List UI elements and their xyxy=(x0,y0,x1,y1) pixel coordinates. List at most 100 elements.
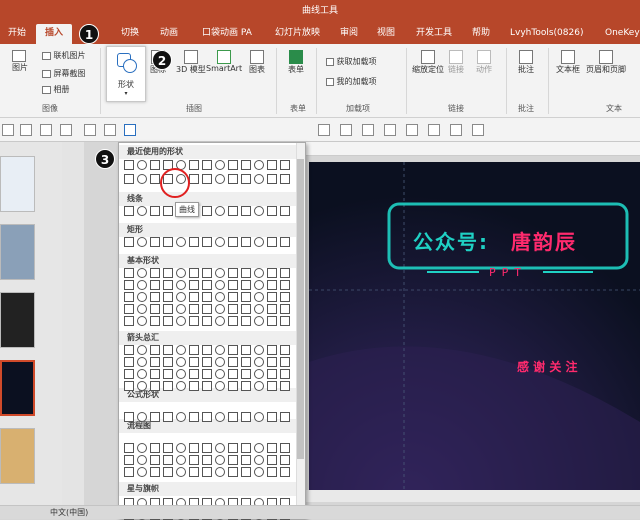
undo-icon[interactable] xyxy=(20,124,32,136)
shape-option[interactable] xyxy=(163,357,173,367)
shape-option[interactable] xyxy=(241,268,251,278)
tab-transitions[interactable]: 切换 xyxy=(121,26,139,40)
shape-option[interactable] xyxy=(137,467,147,477)
shape-option[interactable] xyxy=(280,381,290,391)
shape-option[interactable] xyxy=(280,304,290,314)
shape-option[interactable] xyxy=(241,160,251,170)
shape-option[interactable] xyxy=(163,455,173,465)
shape-option[interactable] xyxy=(215,345,225,355)
shape-option[interactable] xyxy=(124,237,134,247)
shape-option[interactable] xyxy=(150,160,160,170)
shape-option[interactable] xyxy=(241,443,251,453)
shape-option[interactable] xyxy=(150,357,160,367)
shape-option[interactable] xyxy=(150,369,160,379)
shape-option[interactable] xyxy=(137,174,147,184)
shape-option[interactable] xyxy=(176,316,186,326)
shape-option[interactable] xyxy=(202,160,212,170)
shape-option[interactable] xyxy=(163,369,173,379)
shape-option[interactable] xyxy=(280,455,290,465)
shape-option[interactable] xyxy=(228,412,238,422)
shape-option[interactable] xyxy=(137,455,147,465)
picture-button[interactable]: 图片 xyxy=(12,50,28,73)
tab-view[interactable]: 视图 xyxy=(377,26,395,40)
shape-option[interactable] xyxy=(267,206,277,216)
shape-option[interactable] xyxy=(254,381,264,391)
shape-option[interactable] xyxy=(267,467,277,477)
shape-option[interactable] xyxy=(202,206,212,216)
shape-option[interactable] xyxy=(189,160,199,170)
shape-option[interactable] xyxy=(215,357,225,367)
shape-option[interactable] xyxy=(228,316,238,326)
shape-option[interactable] xyxy=(254,467,264,477)
shape-option[interactable] xyxy=(150,174,160,184)
shape-option[interactable] xyxy=(124,467,134,477)
shape-option[interactable] xyxy=(267,304,277,314)
shape-option[interactable] xyxy=(280,345,290,355)
album-button[interactable]: 相册 xyxy=(42,84,70,95)
shape-option[interactable] xyxy=(241,455,251,465)
shape-option[interactable] xyxy=(202,316,212,326)
shape-option[interactable] xyxy=(163,467,173,477)
shape-option[interactable] xyxy=(254,316,264,326)
shape-option[interactable] xyxy=(189,412,199,422)
tab-help[interactable]: 帮助 xyxy=(472,26,490,40)
shape-option[interactable] xyxy=(267,357,277,367)
shape-option[interactable] xyxy=(163,443,173,453)
format-icon[interactable] xyxy=(340,124,352,136)
shape-option[interactable] xyxy=(241,369,251,379)
shape-option[interactable] xyxy=(150,237,160,247)
shape-option[interactable] xyxy=(124,345,134,355)
shape-option[interactable] xyxy=(176,357,186,367)
comment-button[interactable]: 批注 xyxy=(518,50,534,75)
shape-option[interactable] xyxy=(215,467,225,477)
shape-option[interactable] xyxy=(124,381,134,391)
shape-option[interactable] xyxy=(254,345,264,355)
shape-option[interactable] xyxy=(150,268,160,278)
shape-option[interactable] xyxy=(163,412,173,422)
shape-option[interactable] xyxy=(215,237,225,247)
shape-option[interactable] xyxy=(215,292,225,302)
shape-option[interactable] xyxy=(280,206,290,216)
shape-option[interactable] xyxy=(254,268,264,278)
shape-option[interactable] xyxy=(163,280,173,290)
shape-option[interactable] xyxy=(228,443,238,453)
zoom-button[interactable]: 缩放定位 xyxy=(412,50,444,75)
textbox-button[interactable]: 文本框 xyxy=(556,50,580,75)
crop-icon[interactable] xyxy=(362,124,374,136)
shape-option[interactable] xyxy=(124,280,134,290)
shape-option[interactable] xyxy=(267,237,277,247)
shape-option[interactable] xyxy=(189,443,199,453)
shape-option[interactable] xyxy=(280,467,290,477)
shape-option[interactable] xyxy=(228,160,238,170)
shape-option[interactable] xyxy=(267,381,277,391)
shape-option[interactable] xyxy=(254,304,264,314)
shape-option[interactable] xyxy=(202,455,212,465)
shape-option[interactable] xyxy=(228,292,238,302)
shape-option[interactable] xyxy=(163,316,173,326)
3d-models-button[interactable]: 3D 模型 xyxy=(176,50,206,75)
shape-option[interactable] xyxy=(150,467,160,477)
shape-option[interactable] xyxy=(176,467,186,477)
shape-option[interactable] xyxy=(137,160,147,170)
shape-option[interactable] xyxy=(150,443,160,453)
tab-developer[interactable]: 开发工具 xyxy=(416,26,452,40)
shape-option[interactable] xyxy=(228,237,238,247)
shape-option[interactable] xyxy=(137,316,147,326)
shape-option[interactable] xyxy=(254,206,264,216)
shape-option[interactable] xyxy=(202,467,212,477)
form-button[interactable]: 表单 xyxy=(288,50,304,75)
shape-option[interactable] xyxy=(228,280,238,290)
shape-option[interactable] xyxy=(241,316,251,326)
shape-option[interactable] xyxy=(202,280,212,290)
shape-option[interactable] xyxy=(280,443,290,453)
shape-option[interactable] xyxy=(267,455,277,465)
screenshot-button[interactable]: 屏幕截图 xyxy=(42,68,86,79)
shape-option[interactable] xyxy=(124,357,134,367)
shape-option[interactable] xyxy=(267,316,277,326)
shape-option[interactable] xyxy=(137,280,147,290)
shape-option[interactable] xyxy=(150,412,160,422)
shape-option[interactable] xyxy=(267,268,277,278)
shape-option[interactable] xyxy=(137,237,147,247)
shape-option[interactable] xyxy=(241,381,251,391)
shape-option[interactable] xyxy=(189,174,199,184)
